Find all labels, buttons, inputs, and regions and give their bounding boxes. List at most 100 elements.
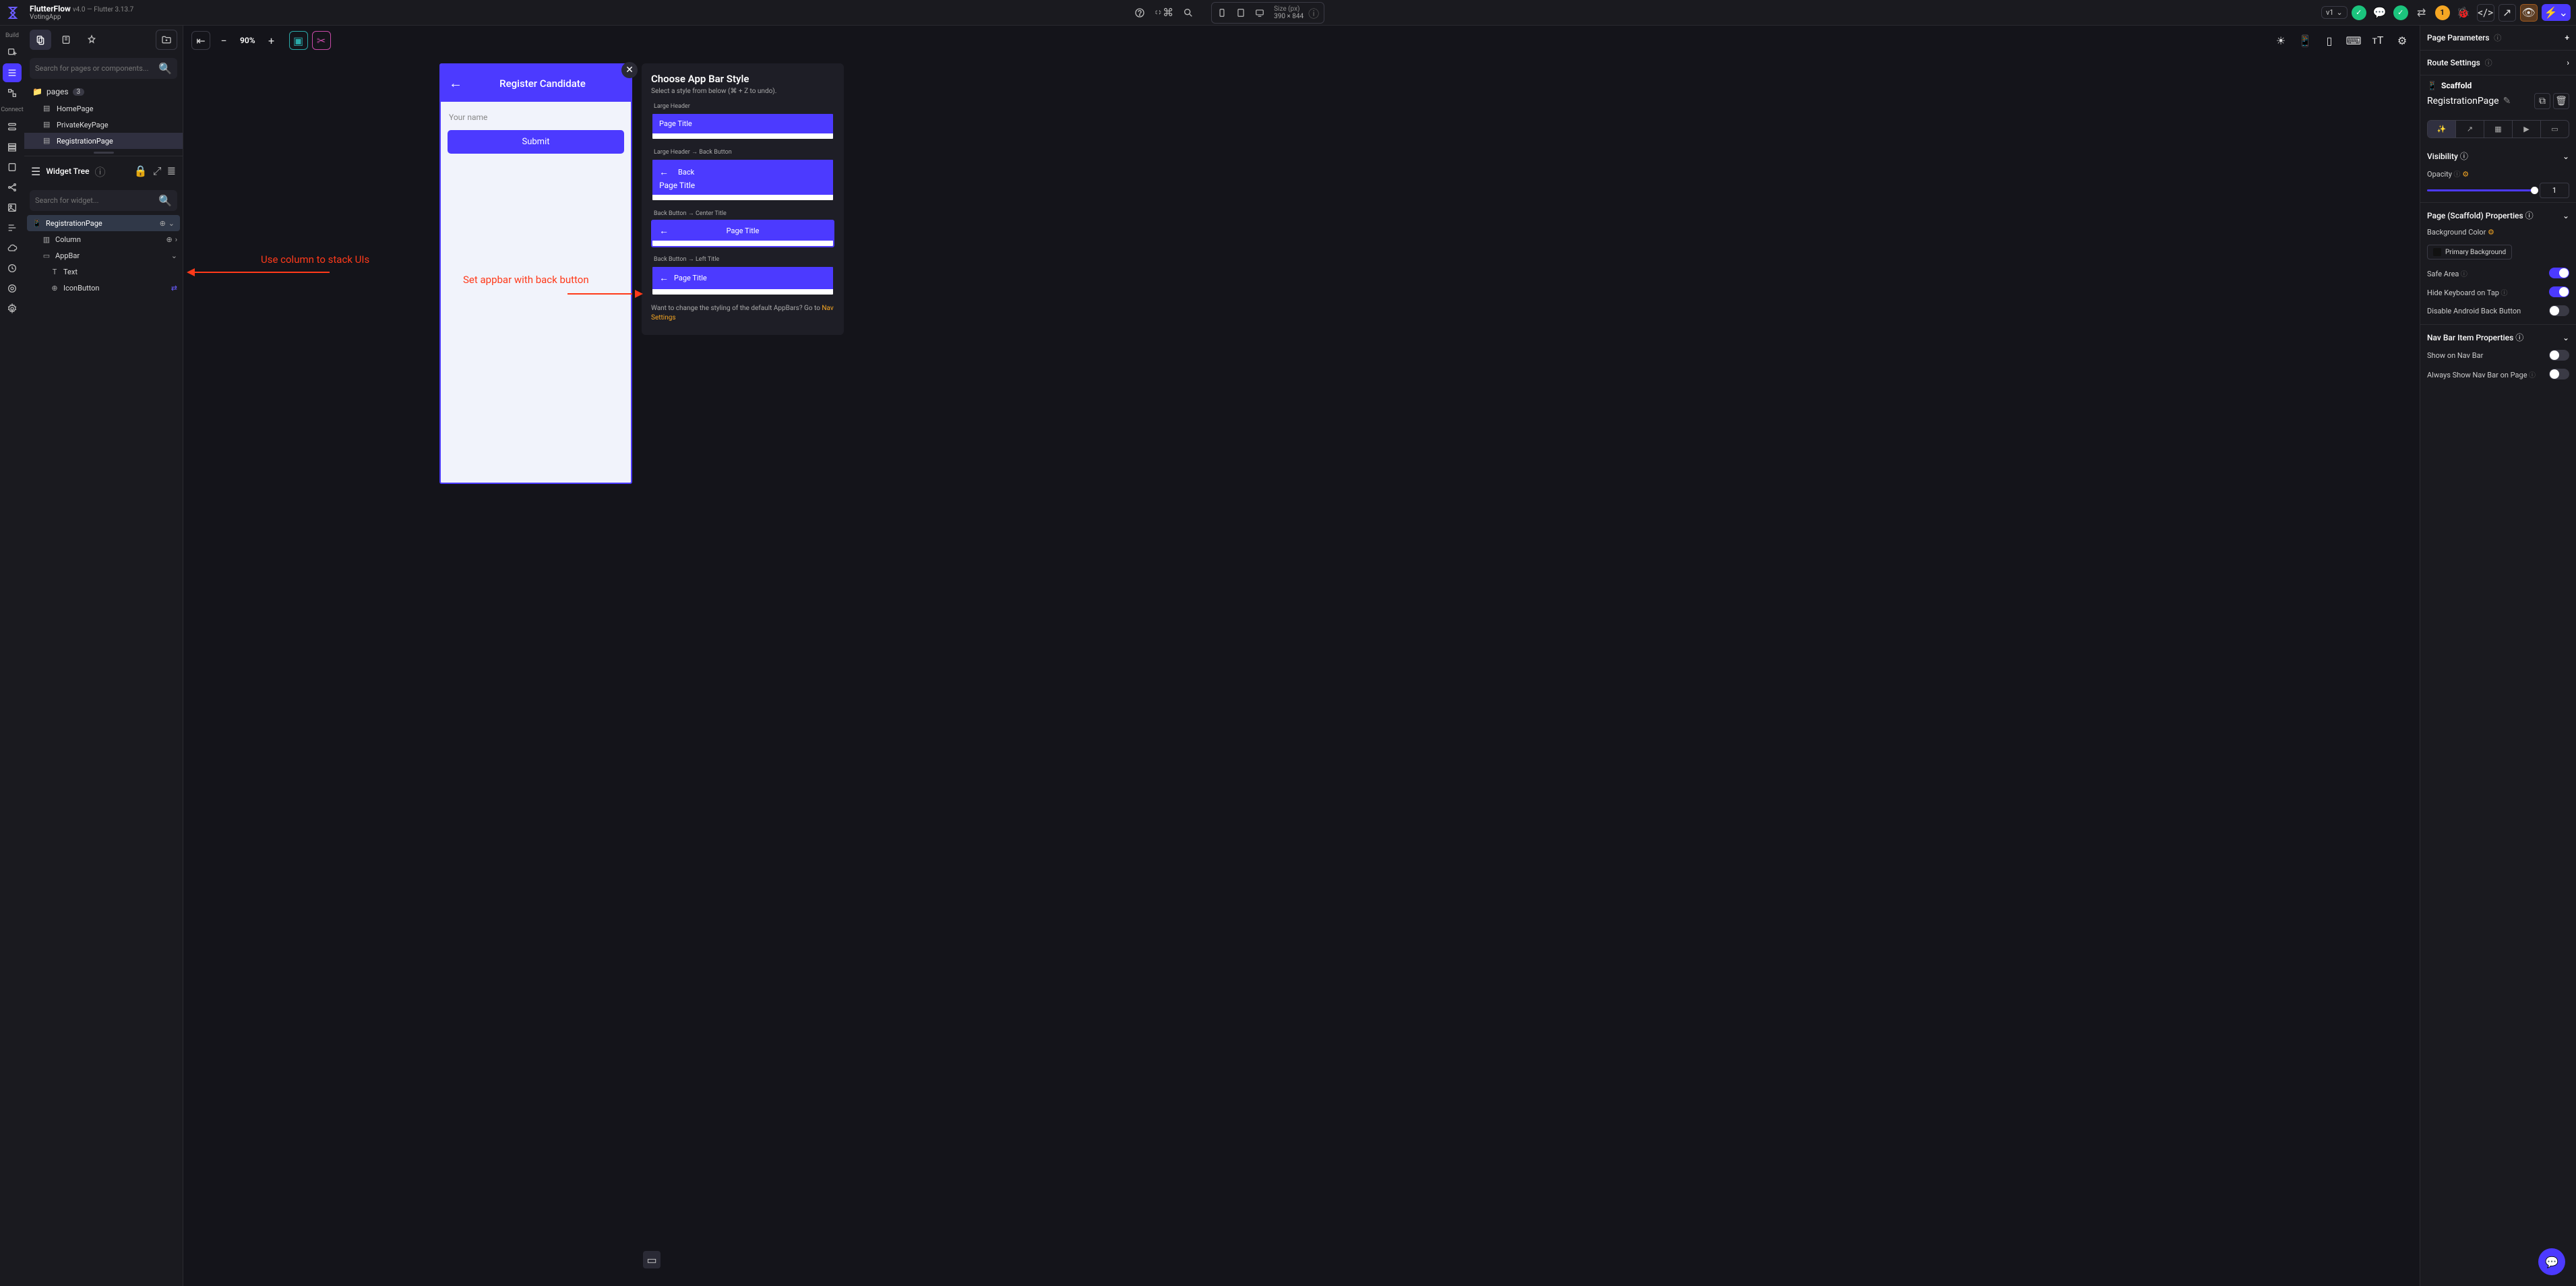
bg-color-picker[interactable]: Primary Background	[2427, 245, 2512, 259]
custom-code-icon[interactable]	[3, 218, 22, 237]
device-icon[interactable]: 📱	[2296, 31, 2314, 50]
localization-icon[interactable]: ⚙	[2393, 31, 2412, 50]
submit-button[interactable]: Submit	[448, 130, 624, 154]
info-icon[interactable]: ⓘ	[95, 163, 106, 179]
chevron-down-icon[interactable]: ⌄	[2563, 152, 2569, 161]
lock-icon[interactable]: 🔒	[134, 164, 148, 178]
branch-icon[interactable]: ⇄	[2412, 3, 2431, 22]
hide-keyboard-toggle[interactable]	[2549, 286, 2569, 297]
zoom-in-button[interactable]: +	[262, 31, 281, 50]
theme-toggle-icon[interactable]: ☀	[2271, 31, 2290, 50]
variable-icon[interactable]: ⚙	[2488, 228, 2494, 237]
expand-icon[interactable]: ⤢	[153, 164, 162, 178]
chevron-down-icon[interactable]: ⌄	[2563, 333, 2569, 342]
comments-icon[interactable]: 💬	[2370, 3, 2389, 22]
tab-actions[interactable]: ↗	[2455, 121, 2484, 137]
add-folder-button[interactable]	[156, 30, 177, 50]
tablet-device-icon[interactable]	[1232, 4, 1250, 22]
data-types-icon[interactable]	[3, 137, 22, 156]
panel-resize-handle[interactable]	[24, 149, 183, 156]
zoom-level[interactable]: 90%	[237, 36, 258, 45]
tree-text[interactable]: T Text	[24, 264, 183, 280]
phone-appbar[interactable]: ← Register Candidate	[441, 65, 631, 102]
templates-tab[interactable]	[81, 30, 102, 50]
widget-tree-icon[interactable]	[3, 63, 22, 82]
tree-appbar[interactable]: ▭ AppBar ⌄	[24, 247, 183, 264]
keyboard-icon[interactable]: ⌨	[2344, 31, 2363, 50]
variable-icon[interactable]: ⚙	[2462, 170, 2469, 179]
opacity-input[interactable]	[2540, 183, 2569, 198]
add-child-icon[interactable]: ⊕	[160, 219, 166, 228]
components-tab[interactable]	[55, 30, 77, 50]
always-show-nav-toggle[interactable]	[2549, 369, 2569, 379]
style-option-large-header[interactable]: Large Header Page Title	[651, 103, 834, 140]
tab-properties[interactable]: ✨	[2428, 121, 2455, 137]
run-button[interactable]: ⚡⌄	[2542, 4, 2571, 21]
style-option-large-header-back[interactable]: Large Header → Back Button ←Back Page Ti…	[651, 148, 834, 202]
open-external-icon[interactable]: ↗	[2498, 4, 2516, 22]
keyboard-shortcut-icon[interactable]: ⌘	[1155, 3, 1173, 22]
size-info-icon[interactable]: ⓘ	[1305, 4, 1322, 22]
safe-area-toggle[interactable]	[2549, 268, 2569, 278]
delete-page-button[interactable]: 🗑	[2553, 93, 2569, 109]
warning-count-badge[interactable]: 1	[2435, 5, 2450, 20]
add-child-icon[interactable]: ⊕	[166, 235, 172, 244]
navbar-preview-toggle[interactable]: ▭	[643, 1251, 661, 1268]
status-check-1[interactable]: ✓	[2352, 5, 2366, 20]
firestore-icon[interactable]	[3, 117, 22, 136]
chevron-down-icon[interactable]: ⌄	[2563, 211, 2569, 220]
route-settings-header[interactable]: Route Settings ⓘ ›	[2420, 50, 2576, 75]
app-state-icon[interactable]	[3, 158, 22, 177]
add-parameter-button[interactable]: +	[2565, 33, 2569, 42]
collapse-left-icon[interactable]: ⇤	[191, 31, 210, 50]
bug-icon[interactable]: 🐞	[2454, 3, 2473, 22]
widget-search-box[interactable]: 🔍	[30, 190, 177, 211]
phone-device-icon[interactable]	[1213, 4, 1231, 22]
tab-state[interactable]: ▭	[2540, 121, 2569, 137]
show-nav-toggle[interactable]	[2549, 350, 2569, 361]
disable-back-toggle[interactable]	[2549, 305, 2569, 316]
orientation-icon[interactable]: ▯	[2320, 31, 2339, 50]
pages-folder[interactable]: 📁 pages 3	[24, 83, 183, 100]
slider-thumb[interactable]	[2531, 187, 2538, 194]
filter-icon[interactable]: ≣	[167, 164, 176, 178]
tree-column[interactable]: ▥ Column ⊕›	[24, 231, 183, 247]
page-search-input[interactable]	[35, 64, 158, 73]
chevron-down-icon[interactable]: ⌄	[168, 219, 175, 228]
chevron-down-icon[interactable]: ⌄	[171, 251, 177, 260]
page-item-home[interactable]: ▤HomePage	[24, 100, 183, 117]
settings-icon[interactable]	[3, 299, 22, 318]
copy-page-button[interactable]: ⧉	[2534, 93, 2550, 109]
opacity-slider[interactable]	[2427, 183, 2569, 198]
text-scale-icon[interactable]: ᴛT	[2368, 31, 2387, 50]
theme-icon[interactable]	[3, 279, 22, 298]
search-icon[interactable]	[1179, 3, 1198, 22]
close-popup-button[interactable]: ✕	[621, 62, 638, 78]
tree-iconbutton[interactable]: ⊕ IconButton ⇄	[24, 280, 183, 296]
chevron-right-icon[interactable]: ›	[175, 235, 177, 244]
style-option-back-center[interactable]: Back Button → Center Title ✓ ←Page Title	[651, 210, 834, 247]
page-item-privatekey[interactable]: ▤PrivateKeyPage	[24, 117, 183, 133]
multi-select-toggle[interactable]: ▣	[289, 31, 308, 50]
storyboard-icon[interactable]	[3, 84, 22, 102]
style-option-back-left[interactable]: Back Button → Left Title ←Page Title	[651, 255, 834, 296]
canvas[interactable]: ⇤ − 90% + ▣ ✂ ☀ 📱 ▯ ⌨ ᴛT ⚙ RegistrationP…	[183, 26, 2420, 1286]
media-icon[interactable]	[3, 198, 22, 217]
cloud-icon[interactable]	[3, 239, 22, 257]
status-check-2[interactable]: ✓	[2393, 5, 2408, 20]
back-arrow-icon[interactable]: ←	[449, 75, 462, 92]
page-search-box[interactable]: 🔍	[30, 58, 177, 79]
preview-eye-icon[interactable]: 👁	[2520, 4, 2538, 22]
help-icon[interactable]	[1130, 3, 1149, 22]
resize-toggle[interactable]: ✂	[312, 31, 331, 50]
name-input-placeholder[interactable]: Your name	[448, 109, 624, 126]
edit-icon[interactable]: ✎	[2503, 96, 2511, 106]
desktop-device-icon[interactable]	[1251, 4, 1268, 22]
version-dropdown[interactable]: v1⌄	[2321, 6, 2348, 19]
zoom-out-button[interactable]: −	[214, 31, 233, 50]
add-widget-icon[interactable]	[3, 43, 22, 62]
tests-icon[interactable]	[3, 259, 22, 278]
page-parameters-header[interactable]: Page Parameters ⓘ +	[2420, 26, 2576, 50]
pages-tab[interactable]	[30, 30, 51, 50]
page-item-registration[interactable]: ▤RegistrationPage	[24, 133, 183, 149]
